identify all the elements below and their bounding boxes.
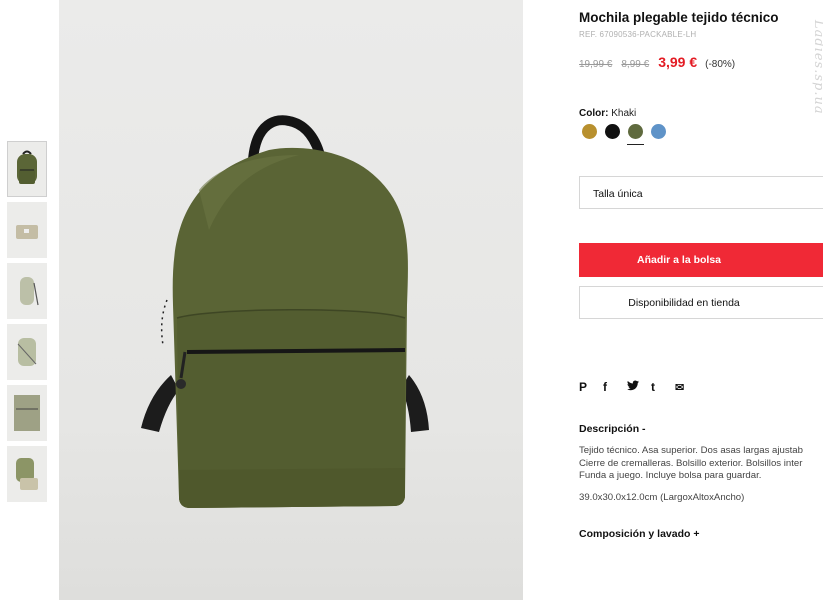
product-reference: REF. 67090536-PACKABLE-LH xyxy=(579,30,697,39)
color-swatch-black[interactable] xyxy=(605,124,620,139)
description-text: Tejido técnico. Asa superior. Dos asas l… xyxy=(579,445,823,483)
thumbnail-side[interactable] xyxy=(7,263,47,319)
tumblr-icon[interactable]: t xyxy=(651,380,675,394)
color-swatch-mustard[interactable] xyxy=(582,124,597,139)
product-dimensions: 39.0x30.0x12.0cm (LargoxAltoxAncho) xyxy=(579,492,745,503)
thumbnail-folded[interactable] xyxy=(7,202,47,258)
share-bar: P f t ✉ xyxy=(579,380,699,394)
thumbnail-front[interactable] xyxy=(7,141,47,197)
pinterest-icon[interactable]: P xyxy=(579,380,603,394)
color-value: Khaki xyxy=(611,108,637,119)
color-swatch-khaki[interactable] xyxy=(627,124,644,145)
description-line: Cierre de cremalleras. Bolsillo exterior… xyxy=(579,457,803,469)
color-swatch-blue[interactable] xyxy=(651,124,666,139)
color-label-row: Color: Khaki xyxy=(579,108,636,119)
previous-price: 8,99 € xyxy=(621,59,650,70)
current-price: 3,99 € xyxy=(658,54,698,70)
discount-badge: (-80%) xyxy=(705,59,736,70)
color-label: Color: xyxy=(579,108,609,119)
product-title: Mochila plegable tejido técnico xyxy=(579,10,779,25)
description-toggle[interactable]: Descripción - xyxy=(579,423,646,435)
description-line: Tejido técnico. Asa superior. Dos asas l… xyxy=(579,445,803,456)
description-line: Funda a juego. Incluye bolsa para guarda… xyxy=(579,470,762,481)
facebook-icon[interactable]: f xyxy=(603,380,627,394)
store-availability-button[interactable]: Disponibilidad en tienda xyxy=(579,286,823,319)
price-row: 19,99 € 8,99 € 3,99 € (-80%) xyxy=(579,54,735,70)
size-selector[interactable]: Talla única xyxy=(579,176,823,209)
thumbnail-pouch[interactable] xyxy=(7,446,47,502)
color-swatches xyxy=(582,124,674,145)
composition-toggle[interactable]: Composición y lavado + xyxy=(579,528,700,540)
watermark: Ladies.sp.ua xyxy=(811,20,823,115)
original-price: 19,99 € xyxy=(579,59,613,70)
thumbnail-back[interactable] xyxy=(7,324,47,380)
twitter-icon[interactable] xyxy=(627,380,651,394)
thumbnail-gallery xyxy=(7,141,47,507)
thumbnail-detail[interactable] xyxy=(7,385,47,441)
add-to-bag-button[interactable]: Añadir a la bolsa xyxy=(579,243,823,277)
product-image xyxy=(59,0,523,600)
email-icon[interactable]: ✉ xyxy=(675,381,699,394)
